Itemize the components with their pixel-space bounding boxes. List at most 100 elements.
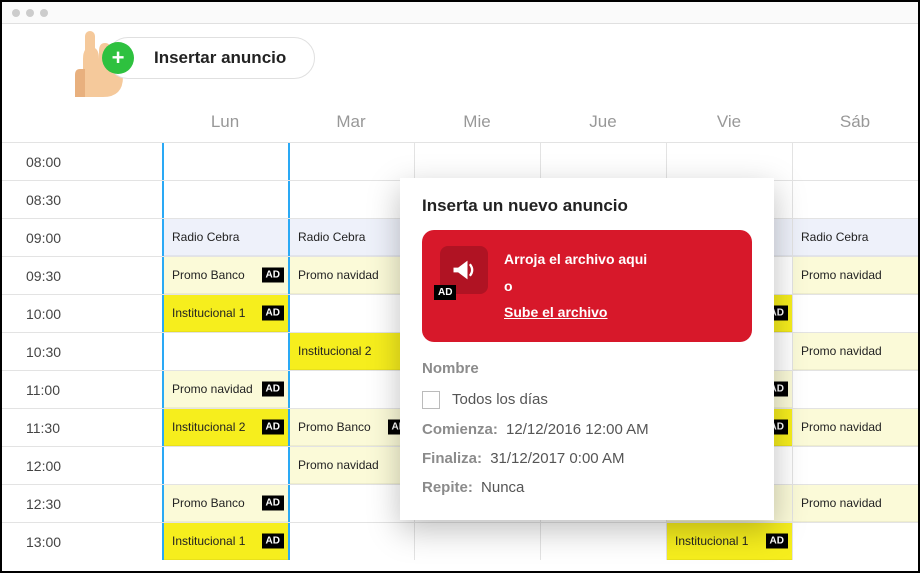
schedule-cell[interactable]: [792, 181, 918, 218]
schedule-cell[interactable]: Promo BancoAD: [288, 409, 414, 446]
event-block[interactable]: Promo navidad: [290, 257, 414, 294]
ad-badge: AD: [766, 534, 788, 549]
schedule-cell[interactable]: Promo navidad: [792, 409, 918, 446]
schedule-cell[interactable]: Institucional 1AD: [162, 295, 288, 332]
schedule-cell[interactable]: [792, 523, 918, 560]
schedule-cell[interactable]: [288, 523, 414, 560]
schedule-cell[interactable]: Radio Cebra: [288, 219, 414, 256]
event-block[interactable]: Radio Cebra: [290, 219, 414, 256]
time-label: 10:00: [2, 295, 162, 332]
event-block[interactable]: Promo navidad: [793, 409, 918, 446]
ad-badge: AD: [262, 382, 284, 397]
event-block[interactable]: Promo BancoAD: [164, 257, 288, 294]
event-block[interactable]: Institucional 1AD: [667, 523, 792, 560]
start-label: Comienza:: [422, 421, 498, 438]
schedule-cell[interactable]: [540, 523, 666, 560]
schedule-cell[interactable]: [288, 485, 414, 522]
schedule-cell[interactable]: Institucional 1AD: [162, 523, 288, 560]
schedule-cell[interactable]: [162, 333, 288, 370]
schedule-cell[interactable]: Promo BancoAD: [162, 257, 288, 294]
time-label: 11:30: [2, 409, 162, 446]
end-label: Finaliza:: [422, 450, 482, 467]
schedule-cell[interactable]: [414, 523, 540, 560]
titlebar: [2, 2, 918, 24]
schedule-cell[interactable]: Radio Cebra: [792, 219, 918, 256]
event-block[interactable]: Promo BancoAD: [164, 485, 288, 522]
window-dot: [12, 9, 20, 17]
time-label: 08:00: [2, 143, 162, 180]
event-block[interactable]: Promo navidadAD: [164, 371, 288, 408]
ad-badge: AD: [262, 306, 284, 321]
repeat-label: Repite:: [422, 479, 473, 496]
event-block[interactable]: Promo navidad: [290, 447, 414, 484]
ad-badge: AD: [262, 420, 284, 435]
schedule-cell[interactable]: Promo navidadAD: [162, 371, 288, 408]
schedule-cell[interactable]: Promo navidad: [288, 447, 414, 484]
event-block[interactable]: Institucional 1AD: [164, 523, 288, 560]
schedule-cell[interactable]: [540, 143, 666, 180]
schedule-cell[interactable]: [162, 447, 288, 484]
schedule-cell[interactable]: [288, 371, 414, 408]
schedule-cell[interactable]: [288, 143, 414, 180]
upload-link[interactable]: Sube el archivo: [504, 304, 607, 320]
name-label: Nombre: [422, 360, 752, 377]
event-block[interactable]: Promo navidad: [793, 485, 918, 522]
schedule-cell[interactable]: [288, 181, 414, 218]
schedule-cell[interactable]: Institucional 2AD: [162, 409, 288, 446]
insert-ad-popup: Inserta un nuevo anuncio AD Arroja el ar…: [400, 178, 774, 520]
day-header: Jue: [540, 112, 666, 132]
insert-ad-button[interactable]: + Insertar anuncio: [107, 37, 315, 79]
time-label: 13:00: [2, 523, 162, 560]
event-block[interactable]: Promo navidad: [793, 257, 918, 294]
app-window: + Insertar anuncio Lun Mar Mie Jue Vie S…: [0, 0, 920, 573]
event-block[interactable]: Radio Cebra: [164, 219, 288, 256]
schedule-cell[interactable]: [162, 181, 288, 218]
insert-ad-label: Insertar anuncio: [154, 48, 286, 68]
schedule-row: 08:00: [2, 142, 918, 180]
schedule-cell[interactable]: [288, 295, 414, 332]
ad-badge: AD: [262, 534, 284, 549]
everyday-label: Todos los días: [452, 391, 548, 408]
schedule-cell[interactable]: [162, 143, 288, 180]
schedule-cell[interactable]: [792, 295, 918, 332]
repeat-value[interactable]: Nunca: [481, 479, 524, 496]
schedule-cell[interactable]: Promo BancoAD: [162, 485, 288, 522]
schedule-cell[interactable]: [792, 371, 918, 408]
time-label: 10:30: [2, 333, 162, 370]
schedule-cell[interactable]: Institucional 2: [288, 333, 414, 370]
time-label: 09:30: [2, 257, 162, 294]
schedule-cell[interactable]: Institucional 1AD: [666, 523, 792, 560]
day-header: Mie: [414, 112, 540, 132]
event-block[interactable]: Institucional 2AD: [164, 409, 288, 446]
file-dropzone[interactable]: AD Arroja el archivo aqui o Sube el arch…: [422, 230, 752, 342]
event-block[interactable]: Promo BancoAD: [290, 409, 414, 446]
ad-badge: AD: [262, 496, 284, 511]
day-header: Lun: [162, 112, 288, 132]
end-value[interactable]: 31/12/2017 0:00 AM: [490, 450, 624, 467]
schedule-cell[interactable]: Radio Cebra: [162, 219, 288, 256]
day-header: Vie: [666, 112, 792, 132]
time-label: 12:30: [2, 485, 162, 522]
event-block[interactable]: Institucional 1AD: [164, 295, 288, 332]
event-block[interactable]: Institucional 2: [290, 333, 414, 370]
start-value[interactable]: 12/12/2016 12:00 AM: [506, 421, 649, 438]
schedule-cell[interactable]: [792, 143, 918, 180]
event-block[interactable]: Radio Cebra: [793, 219, 918, 256]
ad-badge: AD: [262, 268, 284, 283]
schedule-cell[interactable]: [666, 143, 792, 180]
schedule-cell[interactable]: [792, 447, 918, 484]
plus-icon: +: [102, 42, 134, 74]
popup-title: Inserta un nuevo anuncio: [422, 196, 752, 216]
schedule-cell[interactable]: Promo navidad: [792, 333, 918, 370]
schedule-cell[interactable]: Promo navidad: [288, 257, 414, 294]
time-label: 12:00: [2, 447, 162, 484]
time-label: 11:00: [2, 371, 162, 408]
ad-badge: AD: [434, 285, 456, 300]
time-label: 09:00: [2, 219, 162, 256]
everyday-checkbox[interactable]: [422, 391, 440, 409]
schedule-cell[interactable]: Promo navidad: [792, 257, 918, 294]
schedule-cell[interactable]: Promo navidad: [792, 485, 918, 522]
schedule-cell[interactable]: [414, 143, 540, 180]
event-block[interactable]: Promo navidad: [793, 333, 918, 370]
day-header: Mar: [288, 112, 414, 132]
